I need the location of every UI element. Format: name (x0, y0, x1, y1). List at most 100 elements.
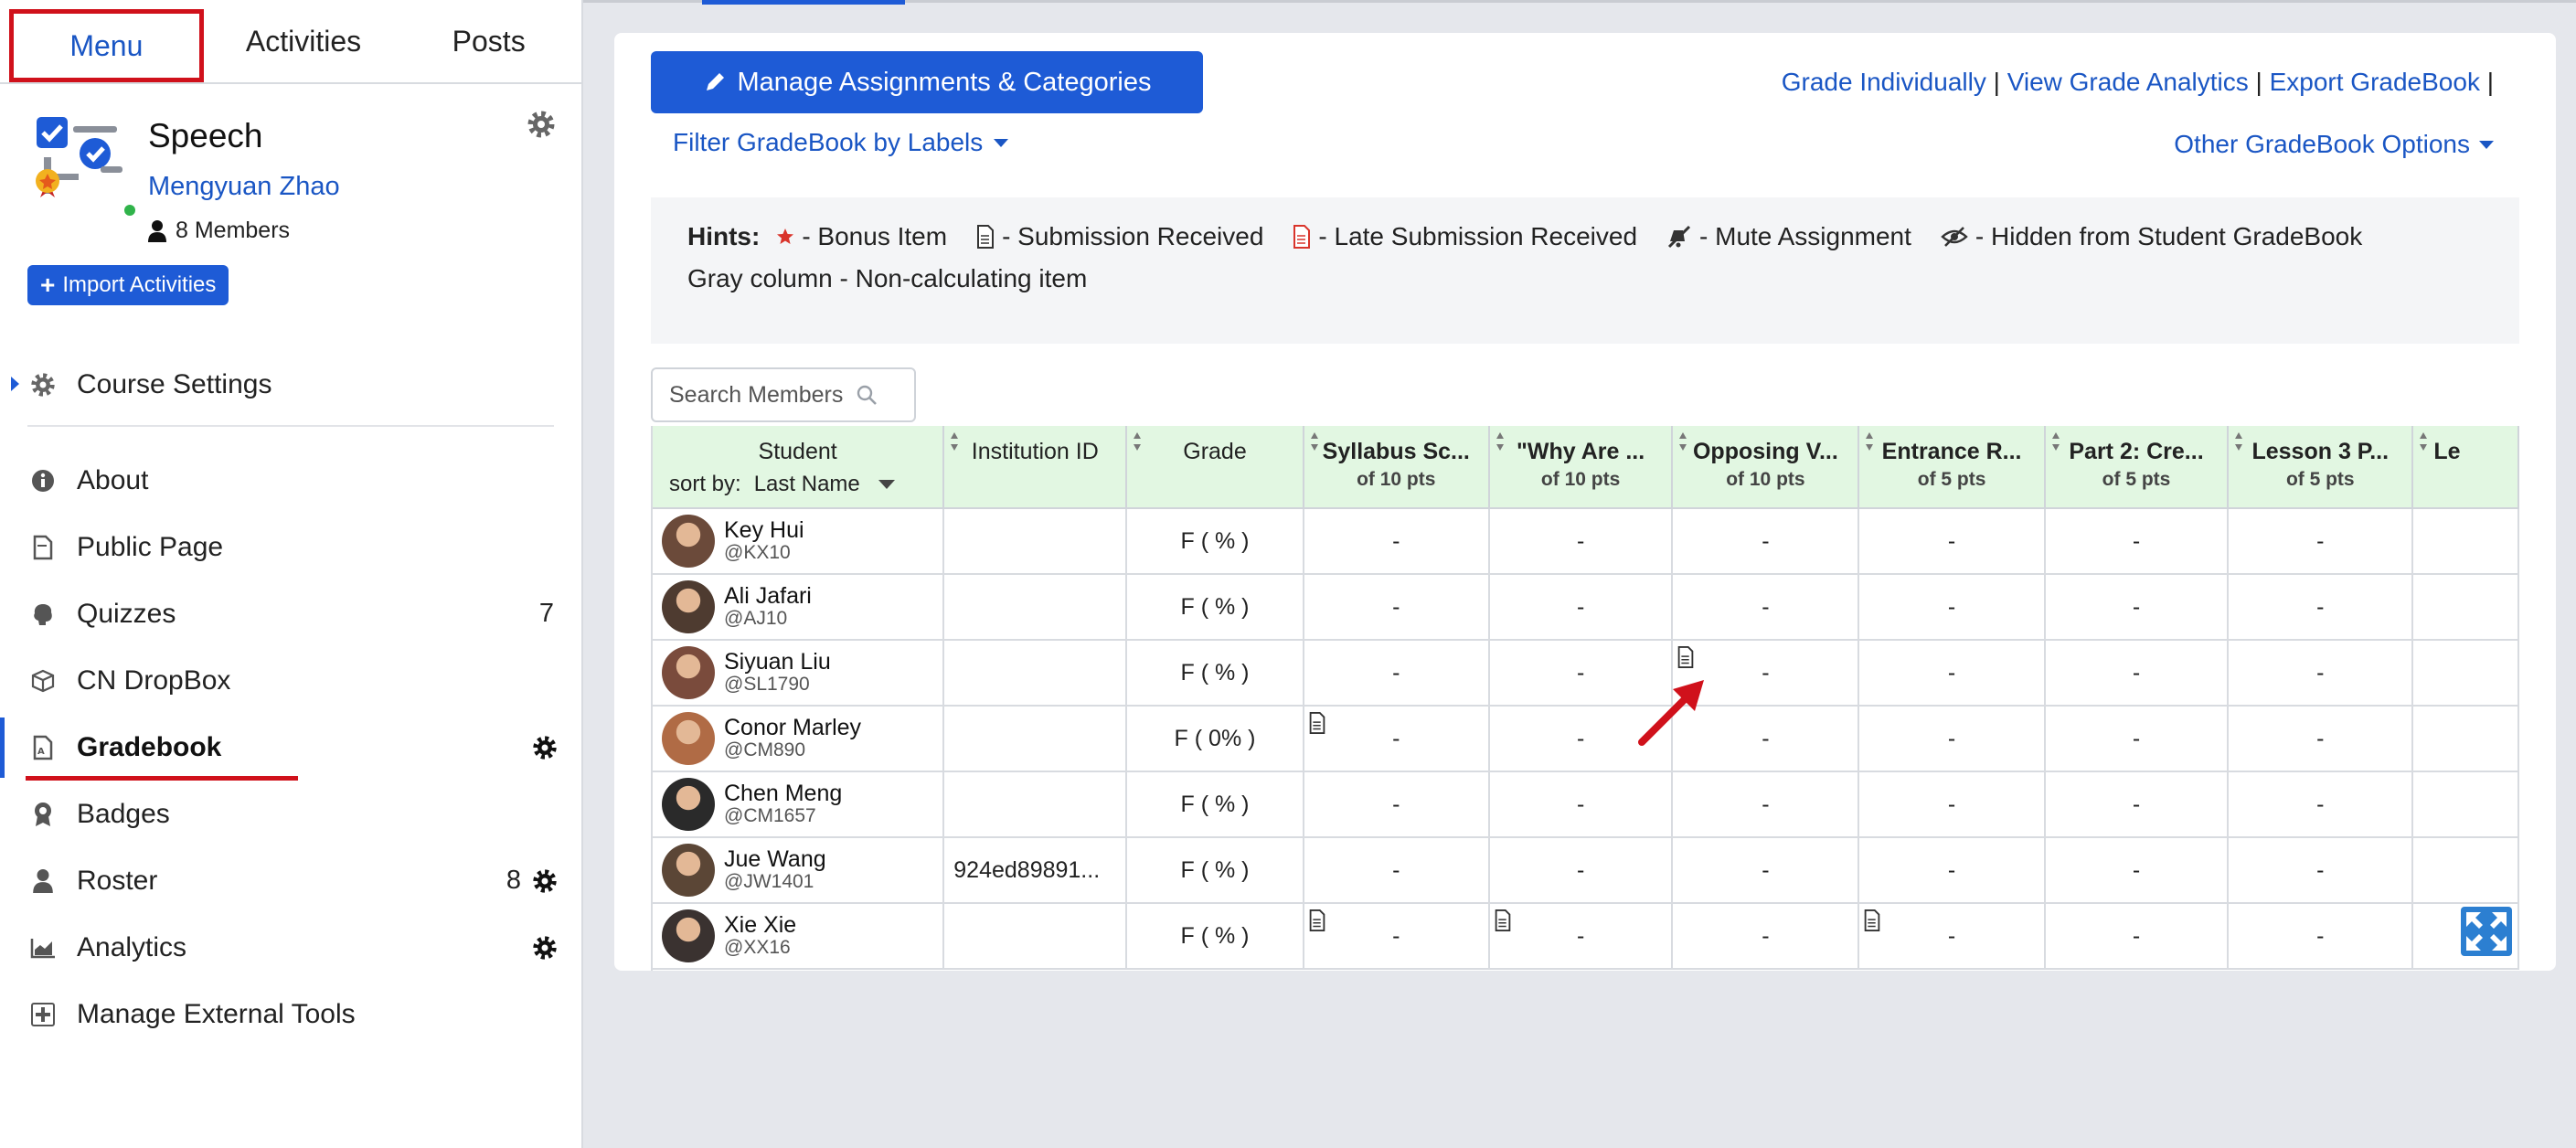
assignment-header[interactable]: "Why Are ... of 10 pts (1488, 426, 1674, 509)
tab-menu[interactable]: Menu (9, 9, 204, 82)
sidebar-item-analytics[interactable]: Analytics (0, 914, 581, 981)
score-cell[interactable]: - (1858, 508, 2046, 575)
assignment-header[interactable]: Opposing V... of 10 pts (1672, 426, 1860, 509)
score-cell[interactable]: - (2228, 903, 2414, 970)
roster-count: 8 (506, 866, 521, 895)
sidebar-item-external-tools[interactable]: Manage External Tools (0, 981, 581, 1047)
student-cell[interactable]: Jue Wang @JW1401 (653, 837, 945, 904)
score-cell[interactable]: - (2228, 640, 2414, 707)
sort-by-value: Last Name (753, 472, 860, 496)
submission-received-icon[interactable] (1863, 909, 1881, 931)
score-cell[interactable]: - (1303, 903, 1490, 970)
import-activities-button[interactable]: + Import Activities (27, 265, 229, 305)
score-cell[interactable]: - (2044, 706, 2230, 772)
score-cell[interactable]: - (2228, 837, 2414, 904)
export-gradebook-link[interactable]: Export GradeBook (2270, 68, 2480, 96)
score-cell[interactable]: - (1672, 771, 1860, 838)
sort-by-control[interactable]: sort by: Last Name (669, 472, 895, 497)
student-cell[interactable]: Chen Meng @CM1657 (653, 771, 945, 838)
view-grade-analytics-link[interactable]: View Grade Analytics (2007, 68, 2249, 96)
assignment-header[interactable]: Part 2: Cre... of 5 pts (2044, 426, 2230, 509)
score-cell[interactable]: - (1303, 837, 1490, 904)
course-owner-link[interactable]: Mengyuan Zhao (148, 172, 340, 202)
sidebar-item-about[interactable]: About (0, 447, 581, 514)
score-cell[interactable]: - (2044, 771, 2230, 838)
tab-activities[interactable]: Activities (211, 0, 397, 82)
grade-individually-link[interactable]: Grade Individually (1782, 68, 1986, 96)
filter-by-labels-dropdown[interactable]: Filter GradeBook by Labels (673, 128, 1009, 157)
analytics-gear-icon[interactable] (532, 935, 558, 961)
score-cell[interactable]: - (1488, 574, 1674, 641)
score-cell[interactable] (2412, 837, 2519, 904)
score-cell[interactable]: - (1488, 771, 1674, 838)
online-status-dot (124, 205, 135, 216)
other-gradebook-options-dropdown[interactable]: Other GradeBook Options (2174, 130, 2494, 159)
score-cell[interactable]: - (2228, 771, 2414, 838)
score-cell[interactable]: - (2228, 508, 2414, 575)
score-cell[interactable] (2412, 771, 2519, 838)
score-cell[interactable]: - (2228, 706, 2414, 772)
sidebar-item-roster[interactable]: Roster 8 (0, 847, 581, 914)
brain-icon (29, 601, 57, 628)
student-column-header[interactable]: Student sort by: Last Name (653, 426, 945, 509)
course-settings-gear-icon[interactable] (527, 110, 556, 139)
assignment-header[interactable]: Entrance R... of 5 pts (1858, 426, 2046, 509)
score-cell[interactable] (2412, 508, 2519, 575)
assignment-header[interactable]: Syllabus Sc... of 10 pts (1303, 426, 1490, 509)
assignment-points: of 10 pts (1726, 469, 1805, 490)
score-cell[interactable]: - (1858, 574, 2046, 641)
score-cell[interactable]: - (1303, 640, 1490, 707)
grade-header[interactable]: Grade (1126, 426, 1304, 509)
submission-received-icon[interactable] (1677, 646, 1695, 668)
score-cell[interactable]: - (1858, 837, 2046, 904)
expand-icon[interactable] (2461, 907, 2512, 956)
student-cell[interactable]: Conor Marley @CM890 (653, 706, 945, 772)
score-cell[interactable]: - (1303, 706, 1490, 772)
score-cell[interactable] (2412, 706, 2519, 772)
score-cell[interactable]: - (1858, 903, 2046, 970)
tab-posts[interactable]: Posts (396, 0, 581, 82)
assignment-header[interactable]: Le (2412, 426, 2519, 509)
score-cell[interactable]: - (1672, 903, 1860, 970)
score-cell[interactable]: - (2228, 574, 2414, 641)
score-cell[interactable]: - (1303, 508, 1490, 575)
score-cell[interactable]: - (1488, 903, 1674, 970)
score-cell[interactable]: - (2044, 903, 2230, 970)
search-members-input[interactable]: Search Members (651, 367, 916, 422)
sidebar-item-quizzes[interactable]: Quizzes 7 (0, 580, 581, 647)
score-cell[interactable]: - (2044, 508, 2230, 575)
score-cell[interactable]: - (2044, 837, 2230, 904)
gradebook-gear-icon[interactable] (532, 735, 558, 760)
submission-received-icon[interactable] (1308, 909, 1326, 931)
submission-received-icon[interactable] (1494, 909, 1512, 931)
sidebar-item-public-page[interactable]: Public Page (0, 514, 581, 580)
score-cell[interactable]: - (2044, 574, 2230, 641)
score-cell[interactable]: - (1672, 837, 1860, 904)
student-cell[interactable]: Xie Xie @XX16 (653, 903, 945, 970)
score-cell[interactable]: - (1303, 574, 1490, 641)
score-cell[interactable]: - (1303, 771, 1490, 838)
roster-gear-icon[interactable] (532, 868, 558, 894)
student-cell[interactable]: Siyuan Liu @SL1790 (653, 640, 945, 707)
sidebar-item-badges[interactable]: Badges (0, 781, 581, 847)
score-cell[interactable] (2412, 640, 2519, 707)
score-cell[interactable] (2412, 574, 2519, 641)
assignment-header[interactable]: Lesson 3 P... of 5 pts (2228, 426, 2414, 509)
score-cell[interactable]: - (1672, 508, 1860, 575)
score-cell[interactable]: - (1672, 574, 1860, 641)
submission-received-icon[interactable] (1308, 712, 1326, 734)
score-cell[interactable]: - (1488, 837, 1674, 904)
manage-assignments-button[interactable]: Manage Assignments & Categories (651, 51, 1203, 113)
student-cell[interactable]: Key Hui @KX10 (653, 508, 945, 575)
score-cell[interactable]: - (2044, 640, 2230, 707)
avatar (662, 778, 715, 831)
score-cell[interactable]: - (1858, 706, 2046, 772)
score-cell[interactable]: - (1858, 771, 2046, 838)
score-cell[interactable]: - (1858, 640, 2046, 707)
score-cell[interactable]: - (1488, 508, 1674, 575)
sidebar-item-course-settings[interactable]: Course Settings (0, 351, 581, 418)
sidebar-item-cn-dropbox[interactable]: CN DropBox (0, 647, 581, 714)
student-cell[interactable]: Ali Jafari @AJ10 (653, 574, 945, 641)
institution-id-header[interactable]: Institution ID (943, 426, 1128, 509)
sidebar-item-gradebook[interactable]: A Gradebook (0, 714, 581, 781)
